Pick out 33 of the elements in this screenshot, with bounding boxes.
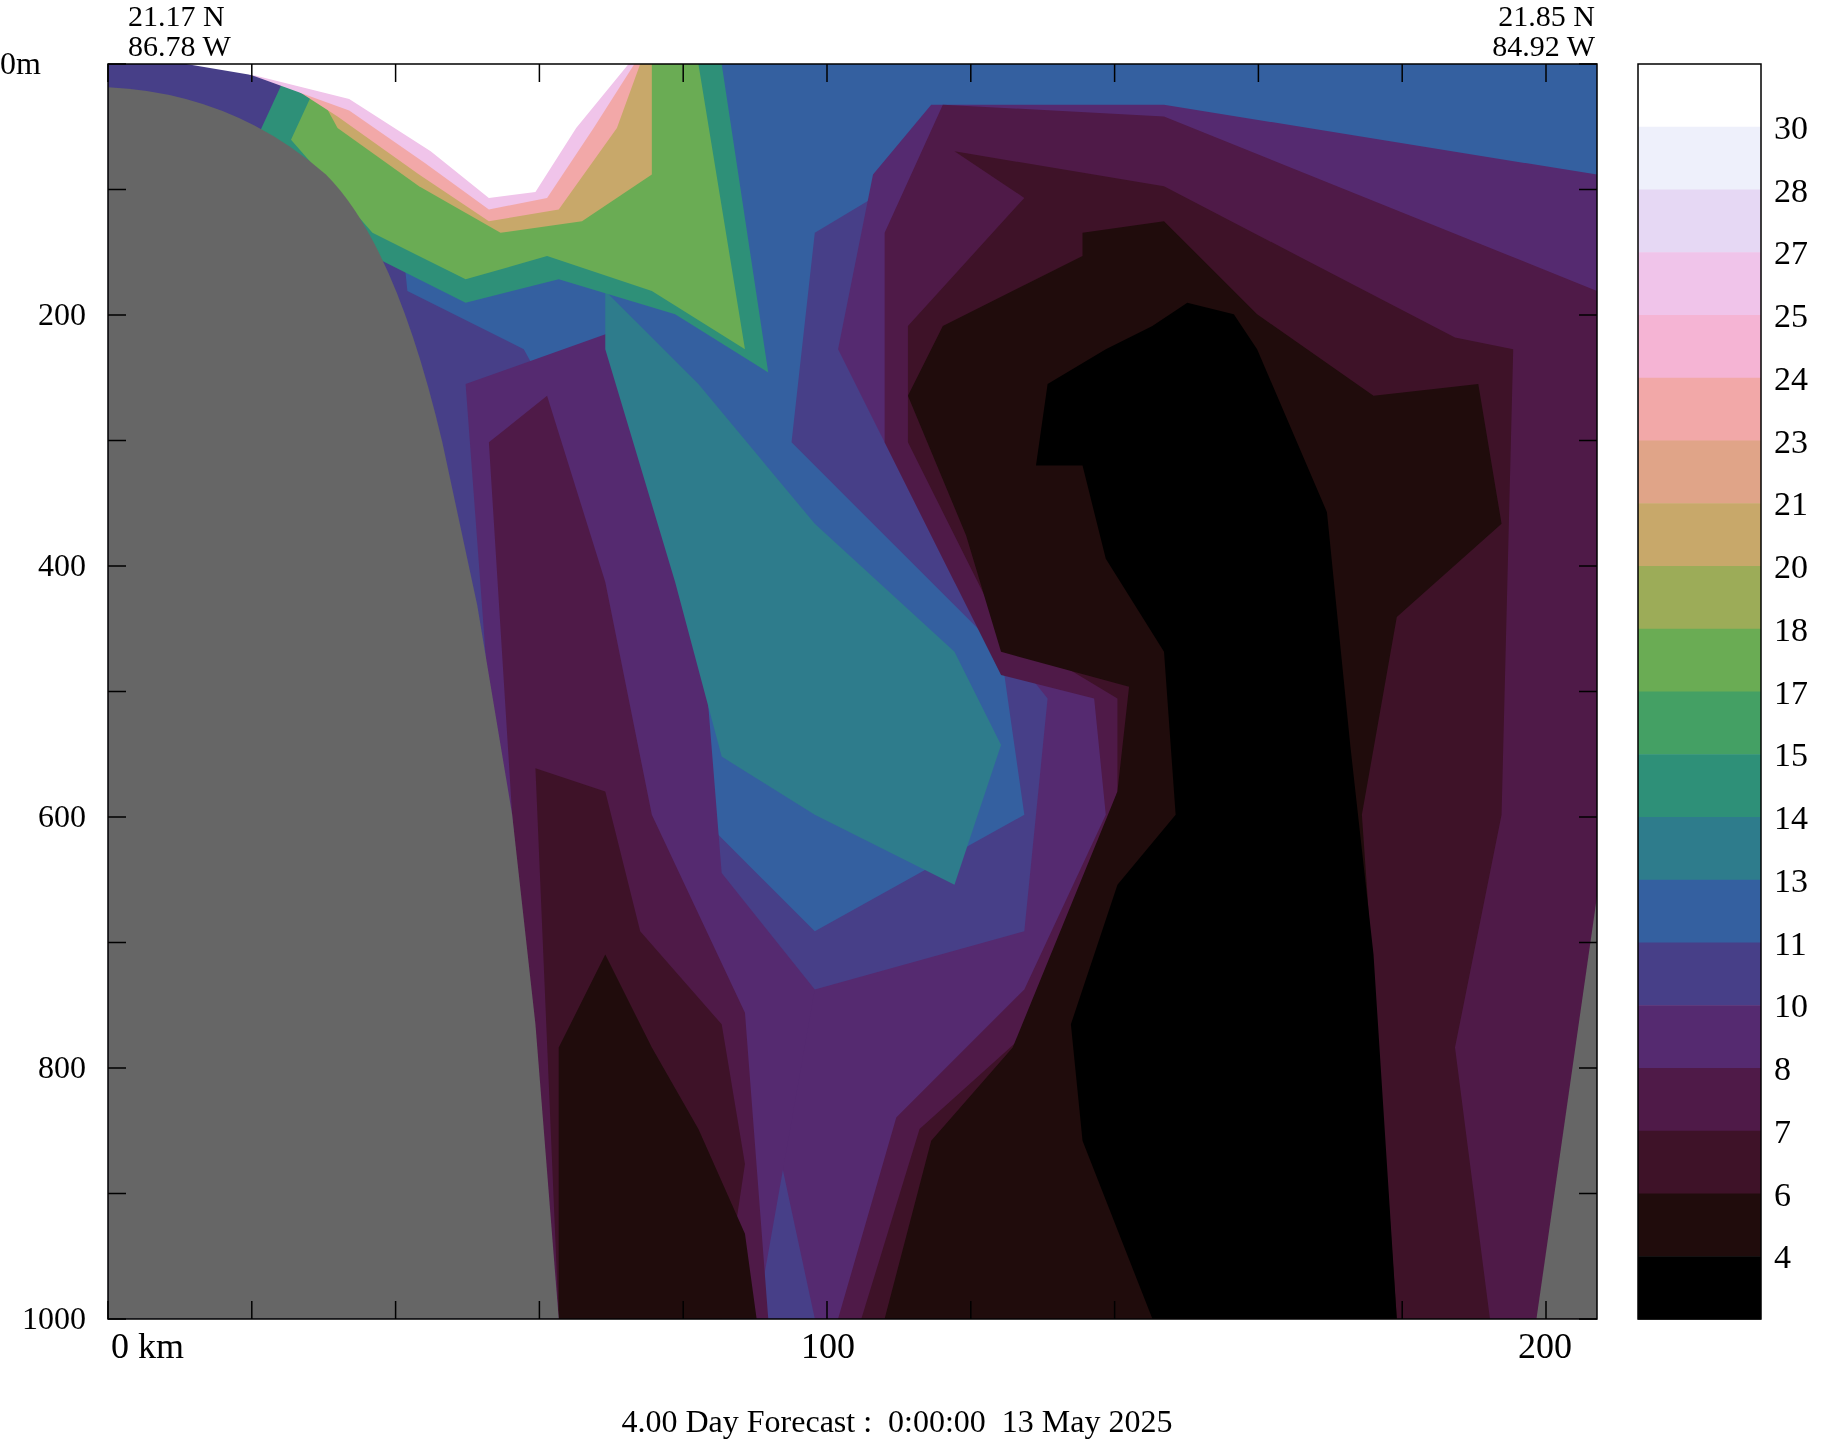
depth-label: 400 bbox=[38, 547, 86, 583]
scale-label: 14 bbox=[1774, 799, 1808, 836]
scale-label: 27 bbox=[1774, 234, 1808, 272]
scale-label: 6 bbox=[1774, 1175, 1791, 1213]
scale-label: 4 bbox=[1774, 1238, 1791, 1276]
depth-label: 0m bbox=[0, 45, 41, 81]
latitude-label: 21.17 N bbox=[128, 0, 225, 32]
scale-label: 17 bbox=[1774, 673, 1808, 711]
distance-label: 0 km bbox=[111, 1326, 184, 1366]
forecast-caption: 4.00 Day Forecast : 0:00:00 13 May 2025 bbox=[621, 1403, 1173, 1439]
scale-label: 13 bbox=[1774, 861, 1808, 899]
scale-label: 18 bbox=[1774, 610, 1808, 648]
scale-label: 10 bbox=[1774, 987, 1808, 1025]
scale-label: 20 bbox=[1774, 548, 1808, 585]
scale-label: 7 bbox=[1774, 1112, 1791, 1150]
depth-label: 800 bbox=[38, 1049, 86, 1085]
depth-label: 600 bbox=[38, 798, 86, 834]
latitude-label: 21.85 N bbox=[1498, 0, 1595, 32]
depth-label: 1000 bbox=[22, 1300, 86, 1336]
depth-label: 200 bbox=[38, 296, 86, 332]
scale-label: 23 bbox=[1774, 422, 1808, 460]
distance-label: 100 bbox=[801, 1326, 855, 1366]
scale-label: 24 bbox=[1774, 359, 1808, 397]
longitude-label: 84.92 W bbox=[1492, 29, 1595, 62]
scale-label: 11 bbox=[1774, 924, 1807, 962]
scale-label: 25 bbox=[1774, 297, 1808, 334]
scale-label: 28 bbox=[1774, 171, 1808, 209]
scale-label: 8 bbox=[1774, 1050, 1791, 1087]
scale-label: 30 bbox=[1774, 108, 1808, 146]
longitude-label: 86.78 W bbox=[128, 29, 231, 62]
scale-label: 15 bbox=[1774, 736, 1808, 774]
distance-label: 200 bbox=[1518, 1326, 1572, 1366]
scale-label: 21 bbox=[1774, 485, 1808, 523]
